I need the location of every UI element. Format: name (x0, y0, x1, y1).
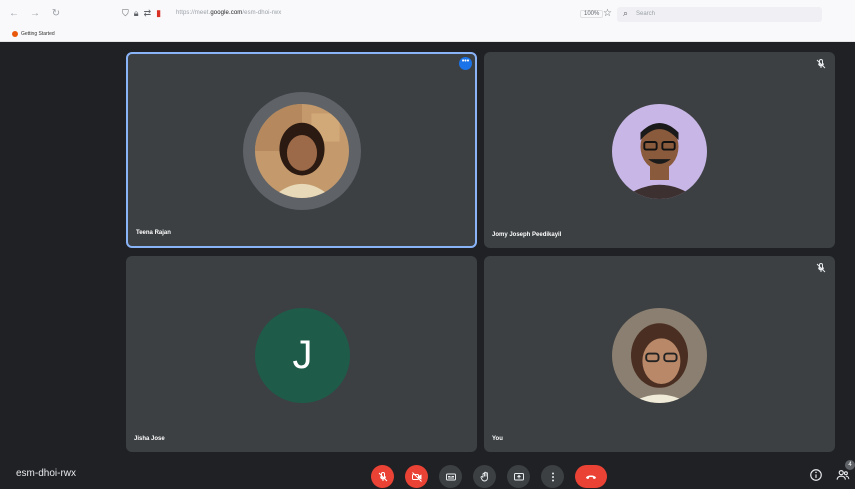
reload-icon[interactable]: ↻ (50, 8, 62, 20)
bookmark-getting-started[interactable]: Getting Started (12, 31, 55, 37)
bookmark-star-icon[interactable]: ☆ (603, 8, 612, 19)
person-photo-icon (612, 104, 707, 199)
nav-buttons: ← → ↻ (8, 8, 62, 20)
address-bar[interactable]: https://meet.google.com/esm-dhoi-rwx (176, 10, 281, 16)
present-screen-icon (513, 472, 524, 480)
mic-off-icon (816, 58, 826, 69)
end-call-icon (586, 475, 596, 479)
microphone-indicator-icon[interactable]: ▮ (156, 8, 161, 19)
participant-tile-teena-rajan[interactable]: ••• Teena Rajan (126, 52, 477, 248)
browser-search-box[interactable]: ⌕ Search (617, 7, 822, 22)
meeting-code: esm-dhoi-rwx (16, 468, 77, 479)
call-controls (371, 465, 607, 488)
info-icon[interactable] (809, 468, 823, 482)
captions-icon (445, 473, 456, 480)
browser-toolbar: ← → ↻ ⛉ 🔒︎ ⇄ ▮ https://meet.google.com/e… (0, 0, 855, 28)
mic-off-icon (378, 471, 387, 481)
letter-avatar: J (255, 308, 350, 403)
person-photo-icon (255, 104, 349, 198)
back-arrow-icon[interactable]: ← (8, 8, 20, 20)
firefox-icon (12, 31, 18, 37)
bookmarks-bar: Getting Started (0, 28, 855, 42)
participant-name: You (492, 436, 503, 442)
mic-toggle-button[interactable] (371, 465, 394, 488)
participant-name: Teena Rajan (136, 230, 171, 236)
permissions-icon[interactable]: ⇄ (144, 8, 152, 19)
url-bar-icons: ⛉ 🔒︎ ⇄ ▮ (122, 8, 161, 19)
raise-hand-icon (480, 471, 488, 481)
lock-icon[interactable]: 🔒︎ (134, 8, 139, 19)
person-photo-icon (612, 308, 707, 403)
people-icon[interactable] (836, 468, 850, 482)
camera-off-icon (411, 471, 422, 482)
participant-tile-you[interactable]: You (484, 256, 835, 452)
zoom-level[interactable]: 100% (580, 10, 604, 18)
search-placeholder: Search (636, 11, 656, 17)
participant-tile-jisha-jose[interactable]: J Jisha Jose (126, 256, 477, 452)
bookmark-label: Getting Started (21, 31, 55, 37)
captions-button[interactable] (439, 465, 462, 488)
participant-tile-jomy-joseph[interactable]: Jomy Joseph Peedikayil (484, 52, 835, 248)
avatar (612, 308, 707, 403)
search-icon: ⌕ (623, 8, 629, 18)
more-vertical-icon (551, 472, 554, 481)
present-screen-button[interactable] (507, 465, 530, 488)
avatar (255, 104, 349, 198)
shield-icon[interactable]: ⛉ (122, 8, 129, 19)
more-options-icon[interactable]: ••• (459, 57, 472, 70)
url-host: google.com (210, 10, 243, 16)
participant-name: Jomy Joseph Peedikayil (492, 232, 562, 238)
more-options-button[interactable] (541, 465, 564, 488)
mic-off-icon (816, 262, 826, 273)
camera-toggle-button[interactable] (405, 465, 428, 488)
avatar (612, 104, 707, 199)
end-call-button[interactable] (575, 465, 607, 488)
participant-count-badge: 4 (845, 460, 855, 470)
forward-arrow-icon[interactable]: → (29, 8, 41, 20)
raise-hand-button[interactable] (473, 465, 496, 488)
participant-name: Jisha Jose (134, 436, 165, 442)
